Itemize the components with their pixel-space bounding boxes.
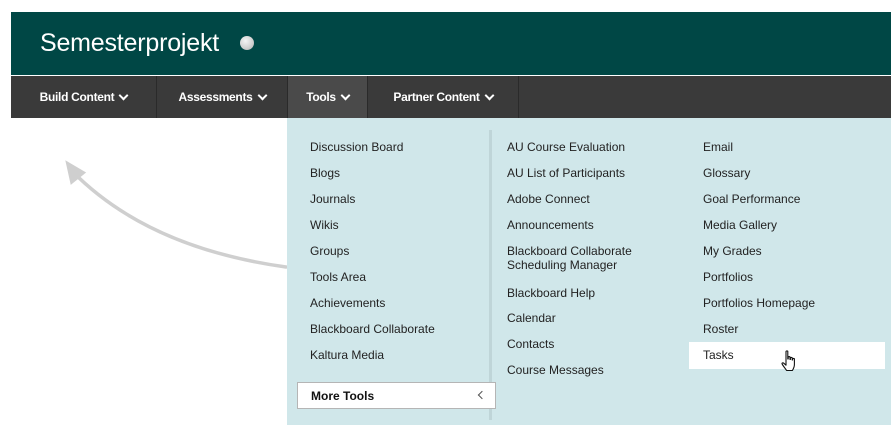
menu-item-announcements[interactable]: Announcements: [507, 218, 594, 232]
menu-item-portfolios-homepage[interactable]: Portfolios Homepage: [703, 296, 815, 310]
chevron-down-icon: [340, 90, 351, 101]
course-header: Semesterprojekt: [11, 12, 891, 75]
nav-build-content[interactable]: Build Content: [11, 76, 156, 118]
course-title[interactable]: Semesterprojekt: [40, 29, 219, 58]
course-nav-bar: Build Content Assessments Tools Partner …: [11, 76, 891, 118]
more-tools-label: More Tools: [311, 389, 375, 403]
nav-tools[interactable]: Tools: [288, 76, 367, 118]
menu-item-tasks[interactable]: Tasks: [703, 348, 734, 362]
chevron-down-icon: [484, 90, 495, 101]
menu-item-achievements[interactable]: Achievements: [310, 296, 385, 310]
nav-assessments-label: Assessments: [178, 90, 253, 104]
chevron-left-icon: [477, 390, 487, 400]
menu-item-glossary[interactable]: Glossary: [703, 166, 750, 180]
menu-item-contacts[interactable]: Contacts: [507, 337, 554, 351]
menu-item-roster[interactable]: Roster: [703, 322, 738, 336]
menu-item-blackboard-help[interactable]: Blackboard Help: [507, 286, 595, 300]
menu-item-journals[interactable]: Journals: [310, 192, 355, 206]
menu-item-calendar[interactable]: Calendar: [507, 311, 556, 325]
menu-item-course-messages[interactable]: Course Messages: [507, 363, 604, 377]
menu-item-blackboard-collaborate[interactable]: Blackboard Collaborate: [310, 322, 435, 336]
nav-partner-content-label: Partner Content: [393, 90, 480, 104]
chevron-down-icon: [257, 90, 267, 101]
menu-column-divider: [489, 130, 492, 420]
menu-item-discussion-board[interactable]: Discussion Board: [310, 140, 403, 154]
menu-item-au-course-evaluation[interactable]: AU Course Evaluation: [507, 140, 625, 154]
menu-item-collaborate-scheduling-manager[interactable]: Blackboard Collaborate Scheduling Manage…: [507, 244, 657, 272]
nav-divider: [518, 76, 519, 118]
menu-item-adobe-connect[interactable]: Adobe Connect: [507, 192, 590, 206]
menu-item-au-list-of-participants[interactable]: AU List of Participants: [507, 166, 625, 180]
nav-tools-label: Tools: [306, 90, 336, 104]
nav-partner-content[interactable]: Partner Content: [368, 76, 518, 118]
status-dot-icon[interactable]: [240, 36, 254, 50]
menu-item-goal-performance[interactable]: Goal Performance: [703, 192, 800, 206]
menu-item-groups[interactable]: Groups: [310, 244, 349, 258]
menu-item-tools-area[interactable]: Tools Area: [310, 270, 366, 284]
curved-arrow-icon: [65, 160, 288, 269]
menu-item-kaltura-media[interactable]: Kaltura Media: [310, 348, 384, 362]
menu-item-email[interactable]: Email: [703, 140, 733, 154]
menu-item-blogs[interactable]: Blogs: [310, 166, 340, 180]
nav-build-content-label: Build Content: [39, 90, 115, 104]
chevron-down-icon: [118, 90, 129, 101]
menu-item-wikis[interactable]: Wikis: [310, 218, 339, 232]
menu-item-my-grades[interactable]: My Grades: [703, 244, 762, 258]
menu-item-media-gallery[interactable]: Media Gallery: [703, 218, 777, 232]
hand-pointer-icon: [781, 350, 795, 372]
more-tools-button[interactable]: More Tools: [297, 382, 496, 409]
nav-assessments[interactable]: Assessments: [157, 76, 287, 118]
menu-item-portfolios[interactable]: Portfolios: [703, 270, 753, 284]
